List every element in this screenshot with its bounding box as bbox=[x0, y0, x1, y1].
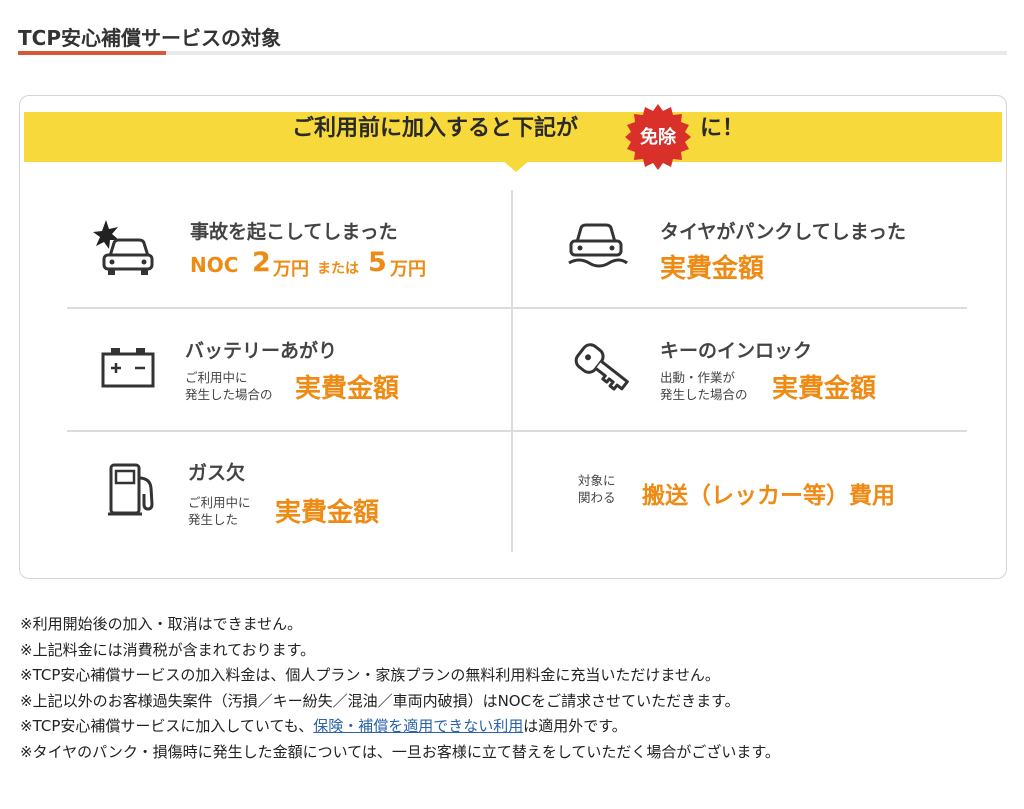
item-condition-line1: ご利用中に bbox=[185, 370, 248, 385]
item-condition-line2: 発生した場合の bbox=[660, 387, 748, 402]
item-value: 実費金額 bbox=[275, 498, 380, 528]
item-value: 搬送（レッカー等）費用 bbox=[642, 483, 895, 509]
section-title: TCP安心補償サービスの対象 bbox=[18, 26, 281, 50]
item-value: 実費金額 bbox=[660, 254, 765, 284]
noc-amount-2: 5 bbox=[368, 247, 387, 278]
note-item: ※利用開始後の加入・取消はできません。 bbox=[20, 615, 303, 633]
banner-text-suffix: に！ bbox=[700, 116, 745, 141]
note-item: ※上記料金には消費税が含まれております。 bbox=[20, 640, 316, 659]
note-item: ※タイヤのパンク・損傷時に発生した金額については、一旦お客様に立て替えをしていた… bbox=[20, 742, 780, 761]
grid-divider-horizontal bbox=[67, 430, 967, 432]
grid-divider-horizontal bbox=[67, 307, 967, 309]
item-title: 事故を起こしてしまった bbox=[190, 221, 398, 243]
key-icon bbox=[574, 343, 629, 391]
coverage-card: ご利用前に加入すると下記が 免除 に！ 事故を起こしてしまった NOC 2 万円… bbox=[19, 95, 1007, 579]
item-condition-line1: 対象に bbox=[578, 473, 616, 488]
badge-label: 免除 bbox=[640, 127, 676, 148]
item-condition-line2: 関わる bbox=[578, 490, 616, 505]
battery-icon bbox=[101, 348, 155, 388]
noc-unit-1: 万円 bbox=[273, 259, 309, 280]
note-text: は適用外です。 bbox=[523, 717, 627, 735]
item-condition-line1: ご利用中に bbox=[188, 495, 251, 510]
title-accent-bar bbox=[18, 51, 166, 55]
note-item: ※TCP安心補償サービスに加入していても、保険・補償を適用できない利用は適用外で… bbox=[20, 714, 1010, 740]
item-value: 実費金額 bbox=[772, 374, 877, 404]
banner-notch bbox=[502, 160, 530, 172]
noc-unit-2: 万円 bbox=[390, 259, 426, 280]
note-item: ※上記以外のお客様過失案件（汚損／キー紛失／混油／車両内破損）はNOCをご請求さ… bbox=[20, 691, 740, 710]
notes-list: ※利用開始後の加入・取消はできません。 ※上記料金には消費税が含まれております。… bbox=[20, 612, 1010, 765]
noc-prefix: NOC bbox=[190, 253, 239, 277]
noc-amount-1: 2 bbox=[252, 247, 271, 278]
banner-text: ご利用前に加入すると下記が bbox=[292, 116, 579, 141]
item-title: キーのインロック bbox=[660, 340, 813, 362]
car-crash-icon bbox=[93, 220, 154, 275]
item-title: ガス欠 bbox=[188, 462, 246, 484]
item-title: バッテリーあがり bbox=[185, 340, 338, 362]
exclusions-link[interactable]: 保険・補償を適用できない利用 bbox=[313, 717, 523, 735]
title-rule bbox=[18, 51, 1007, 55]
flat-tire-car-icon bbox=[568, 223, 628, 268]
item-condition-line2: 発生した場合の bbox=[185, 387, 273, 402]
note-item: ※TCP安心補償サービスの加入料金は、個人プラン・家族プランの無料利用料金に充当… bbox=[20, 666, 720, 684]
item-condition-line2: 発生した bbox=[188, 512, 239, 527]
note-text: ※TCP安心補償サービスに加入していても、 bbox=[20, 717, 314, 735]
item-title: タイヤがパンクしてしまった bbox=[660, 221, 907, 243]
grid-divider-vertical bbox=[511, 190, 513, 552]
item-condition-line1: 出動・作業が bbox=[660, 370, 736, 385]
fuel-pump-icon bbox=[108, 463, 154, 516]
item-value: 実費金額 bbox=[295, 374, 400, 404]
noc-connector: または bbox=[317, 261, 359, 277]
